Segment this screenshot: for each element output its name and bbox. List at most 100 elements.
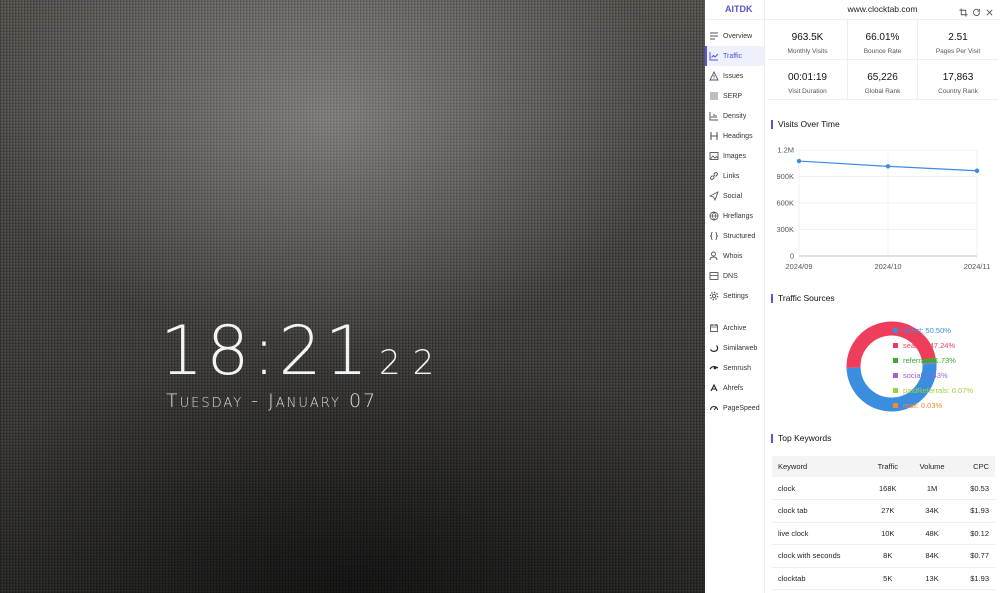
sidebar-item-social[interactable]: Social bbox=[705, 186, 764, 206]
close-icon[interactable] bbox=[985, 4, 994, 16]
sidebar-item-similarweb[interactable]: Similarweb bbox=[705, 338, 764, 358]
stat-value: 17,863 bbox=[942, 72, 974, 83]
table-header-volume[interactable]: Volume bbox=[908, 456, 956, 477]
legend-label: mail: 0.03% bbox=[903, 401, 943, 410]
sidebar-item-label: Traffic bbox=[723, 52, 743, 60]
table-cell: 168K bbox=[867, 477, 909, 500]
top-keywords-title: Top Keywords bbox=[771, 434, 831, 443]
chart-icon bbox=[709, 51, 719, 61]
sidebar-item-label: Links bbox=[723, 172, 740, 180]
stat-value: 66.01% bbox=[865, 32, 900, 43]
crop-icon[interactable] bbox=[959, 4, 968, 17]
image-icon bbox=[709, 151, 719, 161]
legend-item[interactable]: search: 47.24% bbox=[893, 338, 973, 353]
y-tick-label: 900K bbox=[776, 172, 794, 181]
list-icon bbox=[709, 91, 719, 101]
legend-label: direct: 50.50% bbox=[903, 326, 951, 335]
table-row[interactable]: clocktab 5K 13K $1.93 bbox=[772, 567, 995, 590]
table-cell: 10K bbox=[867, 522, 909, 545]
visits-over-time-title: Visits Over Time bbox=[771, 120, 840, 129]
heading-icon bbox=[709, 131, 719, 141]
similarweb-icon bbox=[709, 343, 719, 353]
data-point[interactable] bbox=[974, 168, 980, 173]
sidebar-item-label: Density bbox=[723, 112, 747, 120]
sidebar-item-whois[interactable]: Whois bbox=[705, 246, 764, 266]
sidebar-item-serp[interactable]: SERP bbox=[705, 86, 764, 106]
sidebar-item-ahrefs[interactable]: Ahrefs bbox=[705, 378, 764, 398]
table-row[interactable]: clock tab 27K 34K $1.93 bbox=[772, 499, 995, 523]
sidebar-item-settings[interactable]: Settings bbox=[705, 286, 764, 306]
sidebar-item-dns[interactable]: DNS bbox=[705, 266, 764, 286]
legend-swatch bbox=[893, 403, 898, 408]
legend-item[interactable]: referrals: 1.73% bbox=[893, 353, 973, 368]
data-point[interactable] bbox=[885, 164, 891, 169]
stat-card: 17,863 Country Rank bbox=[918, 60, 998, 100]
table-row[interactable]: clock 168K 1M $0.53 bbox=[772, 477, 995, 500]
sidebar-item-label: PageSpeed bbox=[723, 404, 760, 412]
stat-card: 963.5K Monthly Visits bbox=[768, 20, 848, 60]
legend-swatch bbox=[893, 358, 898, 363]
table-header-keyword[interactable]: Keyword bbox=[772, 456, 868, 477]
clock-hours-minutes: 18:21 bbox=[160, 312, 371, 391]
traffic-sources-legend: direct: 50.50% search: 47.24% referrals: 1… bbox=[893, 323, 973, 413]
sidebar-item-overview[interactable]: Overview bbox=[705, 26, 764, 46]
clock-date: Tuesday - January 07 bbox=[166, 390, 378, 412]
table-cell: clocktab bbox=[772, 567, 868, 590]
table-cell: 34K bbox=[908, 499, 956, 523]
legend-swatch bbox=[893, 328, 898, 333]
pagespeed-icon bbox=[709, 403, 719, 413]
table-header-cpc[interactable]: CPC bbox=[955, 456, 995, 477]
sidebar-item-label: Whois bbox=[723, 252, 743, 260]
keywords-table: Keyword Traffic Volume CPC clock 168K 1M $0.53… bbox=[772, 456, 995, 590]
stat-card: 66.01% Bounce Rate bbox=[848, 20, 918, 60]
brand-logo[interactable]: AITDK bbox=[705, 0, 764, 20]
data-point[interactable] bbox=[796, 158, 802, 164]
person-icon bbox=[709, 251, 719, 261]
stat-value: 65,226 bbox=[867, 72, 898, 83]
legend-item[interactable]: mail: 0.03% bbox=[893, 398, 973, 413]
sidebar-item-structured[interactable]: Structured bbox=[705, 226, 764, 246]
sidebar-item-label: Similarweb bbox=[723, 344, 758, 352]
sidebar-item-images[interactable]: Images bbox=[705, 146, 764, 166]
dns-icon bbox=[709, 271, 719, 281]
sidebar-item-density[interactable]: Density bbox=[705, 106, 764, 126]
table-cell: 27K bbox=[867, 499, 909, 523]
link-icon bbox=[709, 171, 719, 181]
sidebar-item-label: Issues bbox=[723, 72, 744, 80]
sidebar-item-hreflangs[interactable]: Hreflangs bbox=[705, 206, 764, 226]
sidebar-item-label: DNS bbox=[723, 272, 738, 280]
sidebar-item-headings[interactable]: Headings bbox=[705, 126, 764, 146]
stat-label: Visit Duration bbox=[788, 88, 827, 95]
table-header-traffic[interactable]: Traffic bbox=[867, 456, 909, 477]
visits-line-chart: 0 300K 600K 900K 1.2M 2024/09 2024/10 2024/11 bbox=[776, 146, 990, 272]
legend-label: referrals: 1.73% bbox=[903, 356, 956, 365]
legend-item[interactable]: social: 0.43% bbox=[893, 368, 973, 383]
stat-value: 00:01:19 bbox=[788, 72, 827, 83]
stat-value: 963.5K bbox=[791, 32, 824, 43]
stat-label: Global Rank bbox=[864, 88, 901, 95]
stat-label: Bounce Rate bbox=[863, 48, 902, 55]
table-row[interactable]: clock with seconds 8K 84K $0.77 bbox=[772, 544, 995, 568]
sidebar-item-traffic[interactable]: Traffic bbox=[705, 46, 764, 66]
sidebar-item-label: Images bbox=[723, 152, 746, 160]
stat-card: 2.51 Pages Per Visit bbox=[918, 20, 998, 60]
sidebar-item-issues[interactable]: Issues bbox=[705, 66, 764, 86]
clock-wallpaper: 18:21 22 Tuesday - January 07 bbox=[0, 0, 705, 593]
table-cell: 1M bbox=[908, 477, 956, 500]
table-cell: $1.93 bbox=[955, 499, 995, 523]
sidebar-item-pagespeed[interactable]: PageSpeed bbox=[705, 398, 764, 418]
table-cell: clock tab bbox=[772, 499, 868, 523]
table-cell: live clock bbox=[772, 522, 868, 545]
refresh-icon[interactable] bbox=[972, 4, 981, 17]
braces-icon bbox=[709, 231, 719, 241]
density-icon bbox=[709, 111, 719, 121]
sidebar-item-links[interactable]: Links bbox=[705, 166, 764, 186]
traffic-sources-title: Traffic Sources bbox=[771, 294, 835, 303]
legend-item[interactable]: direct: 50.50% bbox=[893, 323, 973, 338]
sidebar-item-archive[interactable]: Archive bbox=[705, 318, 764, 338]
table-row[interactable]: live clock 10K 48K $0.12 bbox=[772, 522, 995, 545]
sidebar-nav: AITDK Overview Traffic Issues SERP Density He… bbox=[705, 0, 765, 593]
sidebar-item-semrush[interactable]: Semrush bbox=[705, 358, 764, 378]
legend-item[interactable]: paidReferrals: 0.07% bbox=[893, 383, 973, 398]
y-tick-label: 1.2M bbox=[777, 146, 794, 155]
